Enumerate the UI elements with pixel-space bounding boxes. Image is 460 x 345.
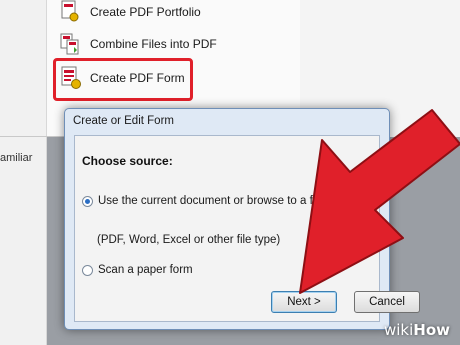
watermark-prefix: wiki [383,321,414,339]
screenshot-scene: amiliar Create PDF Portfolio Combine Fil… [0,0,460,345]
red-arrow-annotation [299,109,460,294]
watermark-suffix: How [413,321,450,339]
wikihow-watermark: wikiHow [384,321,450,339]
